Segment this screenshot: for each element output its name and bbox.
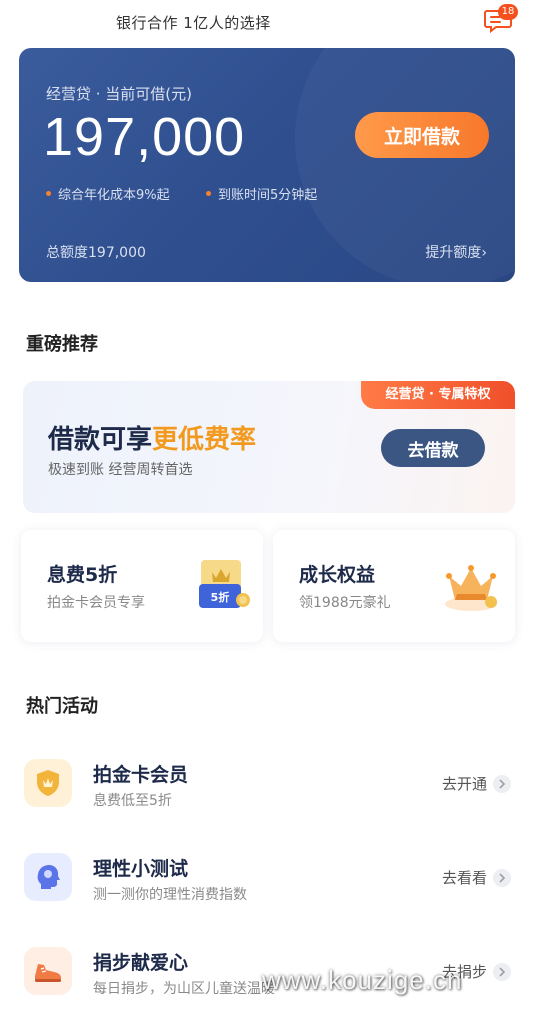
- benefit-card-title: 成长权益: [299, 564, 376, 586]
- section-title-recommend: 重磅推荐: [26, 334, 98, 355]
- promo-banner[interactable]: 经营贷 · 专属特权 借款可享更低费率 极速到账 经营周转首选 去借款: [23, 381, 515, 513]
- bullet-dot-icon: [46, 191, 51, 196]
- activity-action-label: 去看看: [441, 869, 487, 887]
- activity-subtitle: 每日捐步，为山区儿童送温暖: [93, 981, 275, 997]
- borrow-now-button[interactable]: 立即借款: [355, 112, 489, 158]
- available-credit-label: 经营贷 · 当前可借(元): [46, 85, 193, 103]
- credit-limit-card: 经营贷 · 当前可借(元) 197,000 立即借款 综合年化成本9%起 到账时…: [19, 48, 515, 282]
- total-limit-text: 总额度197,000: [46, 245, 146, 261]
- site-watermark: www.kouzige.cn: [262, 965, 463, 995]
- chevron-right-icon: [493, 962, 511, 981]
- coupon-label: 5折: [211, 590, 230, 604]
- activity-action-label: 去开通: [441, 775, 487, 793]
- raise-limit-label: 提升额度: [425, 245, 482, 261]
- activity-item[interactable]: 拍金卡会员 息费低至5折 去开通: [0, 744, 533, 824]
- available-credit-amount: 197,000: [43, 107, 246, 167]
- sneaker-icon: [24, 947, 72, 995]
- gold-shield-icon: [24, 759, 72, 807]
- chevron-right-icon: [493, 774, 511, 793]
- activity-subtitle: 测一测你的理性消费指数: [93, 887, 247, 903]
- chevron-right-icon: [493, 868, 511, 887]
- benefit-card-growth[interactable]: 成长权益 领1988元豪礼: [273, 530, 515, 642]
- activity-title: 理性小测试: [93, 858, 189, 880]
- exclusive-privilege-tag: 经营贷 · 专属特权: [361, 381, 515, 409]
- benefit-card-subtitle: 拍金卡会员专享: [47, 595, 145, 611]
- feature-text: 到账时间5分钟起: [218, 188, 318, 203]
- raise-limit-link[interactable]: 提升额度›: [425, 242, 487, 262]
- header-title: 银行合作 1亿人的选择: [116, 14, 271, 32]
- bullet-dot-icon: [206, 191, 211, 196]
- top-header: 银行合作 1亿人的选择 18: [0, 0, 533, 48]
- activity-title: 拍金卡会员: [93, 764, 189, 786]
- promo-headline-prefix: 借款可享: [48, 425, 153, 455]
- section-title-hot: 热门活动: [26, 696, 98, 717]
- promo-headline-highlight: 更低费率: [152, 425, 257, 455]
- message-button[interactable]: 18: [484, 4, 518, 36]
- crown-icon: [441, 558, 501, 614]
- activity-action-button[interactable]: 去看看: [442, 867, 511, 888]
- feature-item: 到账时间5分钟起: [206, 184, 317, 203]
- activity-subtitle: 息费低至5折: [93, 793, 172, 809]
- benefit-card-subtitle: 领1988元豪礼: [299, 595, 391, 611]
- head-profile-icon: [24, 853, 72, 901]
- feature-text: 综合年化成本9%起: [58, 188, 170, 203]
- benefit-card-discount[interactable]: 息费5折 拍金卡会员专享 5折: [21, 530, 263, 642]
- discount-coupon-icon: 5折: [195, 558, 251, 612]
- activity-title: 捐步献爱心: [93, 952, 189, 974]
- benefit-card-title: 息费5折: [47, 564, 118, 586]
- promo-subtitle: 极速到账 经营周转首选: [48, 462, 193, 478]
- feature-item: 综合年化成本9%起: [46, 184, 170, 203]
- activity-action-button[interactable]: 去开通: [442, 773, 511, 794]
- promo-headline: 借款可享更低费率: [48, 419, 256, 456]
- go-borrow-button[interactable]: 去借款: [381, 429, 485, 467]
- activity-item[interactable]: 理性小测试 测一测你的理性消费指数 去看看: [0, 838, 533, 918]
- chevron-right-icon: ›: [481, 245, 487, 261]
- message-count-badge: 18: [498, 4, 518, 20]
